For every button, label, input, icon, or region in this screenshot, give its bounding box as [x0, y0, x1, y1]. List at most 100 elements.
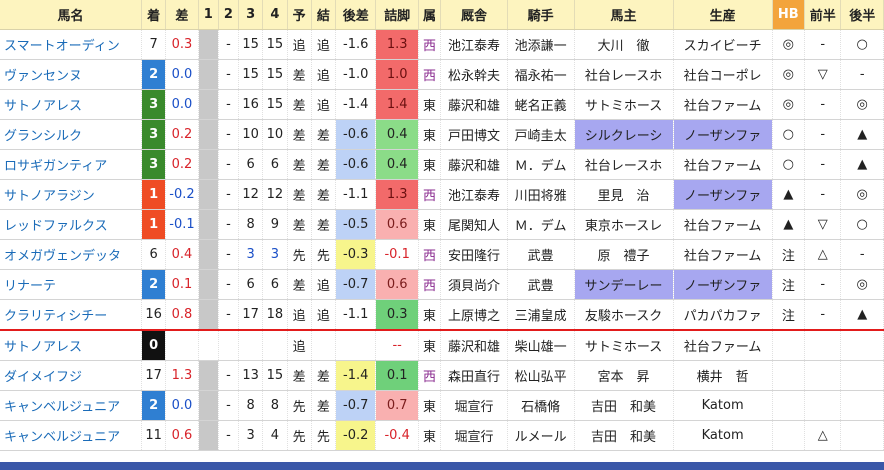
cell-prediction: 追 — [287, 29, 312, 60]
cell-prediction: 差 — [287, 149, 312, 180]
col-pos4: 4 — [262, 0, 288, 30]
cell-pos4: 10 — [262, 119, 288, 150]
cell-jockey: 石橋脩 — [507, 390, 575, 421]
cell-region: 西 — [418, 269, 442, 300]
cell-trainer: 池江泰寿 — [440, 29, 508, 60]
cell-jockey: 福永祐一 — [507, 59, 575, 90]
cell-finish: 17 — [141, 360, 167, 391]
cell-finish: 2 — [141, 390, 167, 421]
table-row: キャンベルジュニア 2 0.0-8 8 先差 -0.7 0.7 東堀宣行 石橋脩 吉田 和美 Kat… — [0, 390, 884, 421]
cell-trainer: 堀宣行 — [440, 390, 508, 421]
cell-finish: 1 — [141, 179, 167, 210]
col-jockey: 騎手 — [507, 0, 575, 30]
cell-result: 差 — [311, 360, 337, 391]
cell-pos3: 6 — [238, 269, 264, 300]
cell-breeder: Katom — [673, 390, 773, 421]
cell-late-diff: -0.7 — [335, 269, 377, 300]
cell-horse-name[interactable]: ロサギガンティア — [0, 149, 143, 180]
col-pos2: 2 — [218, 0, 240, 30]
cell-closing: -0.4 — [375, 420, 419, 451]
cell-pos1 — [198, 269, 219, 300]
cell-horse-name[interactable]: サトノアレス — [0, 330, 143, 361]
cell-pos4: 6 — [262, 269, 288, 300]
cell-pos3: 12 — [238, 179, 264, 210]
bottom-bar — [0, 462, 884, 470]
cell-horse-name[interactable]: スマートオーディン — [0, 29, 143, 60]
cell-owner: 里見 治 — [574, 179, 674, 210]
cell-pos4: 15 — [262, 59, 288, 90]
cell-margin: 0.0 — [165, 390, 199, 421]
cell-result: 差 — [311, 149, 337, 180]
cell-region: 東 — [418, 209, 442, 240]
cell-pos4: 18 — [262, 299, 288, 331]
cell-breeder: 社台ファーム — [673, 89, 773, 120]
cell-hb — [772, 390, 806, 421]
cell-owner: 社台レースホ — [574, 59, 674, 90]
cell-closing: -0.1 — [375, 239, 419, 270]
cell-first-half: - — [804, 149, 842, 180]
cell-margin: -0.2 — [165, 179, 199, 210]
cell-prediction: 先 — [287, 420, 312, 451]
table-row: ロサギガンティア 3 0.2-6 6 差差 -0.6 0.4 東藤沢和雄 Ｍ．デム 社台レースホ社… — [0, 149, 884, 180]
col-horse-name: 馬名 — [0, 0, 143, 30]
cell-horse-name[interactable]: キャンベルジュニア — [0, 420, 143, 451]
cell-pos3: 8 — [238, 390, 264, 421]
cell-result: 追 — [311, 89, 337, 120]
cell-horse-name[interactable]: ヴァンセンヌ — [0, 59, 143, 90]
cell-margin: 0.0 — [165, 59, 199, 90]
cell-finish: 3 — [141, 89, 167, 120]
cell-hb — [772, 330, 806, 361]
cell-horse-name[interactable]: レッドファルクス — [0, 209, 143, 240]
cell-pos1 — [198, 149, 219, 180]
table-row: サトノアレス 0 追 -- 東藤沢和雄 柴山雄一 サトミホース 社台ファーム — [0, 330, 884, 361]
cell-pos2: - — [218, 29, 240, 60]
cell-second-half: ○ — [840, 209, 884, 240]
cell-horse-name[interactable]: サトノアラジン — [0, 179, 143, 210]
cell-pos2: - — [218, 239, 240, 270]
results-table: 馬名着差 1 2 3 4 予結後差 詰脚属厩舎 騎手 馬主 生産 HB 前半 後半 スマートオーディン 7… — [0, 0, 884, 451]
cell-breeder: 社台コーポレ — [673, 59, 773, 90]
cell-pos2: - — [218, 179, 240, 210]
cell-pos1 — [198, 209, 219, 240]
cell-owner: 友駿ホースク — [574, 299, 674, 331]
cell-first-half: △ — [804, 239, 842, 270]
cell-region: 東 — [418, 299, 442, 331]
cell-breeder: 社台ファーム — [673, 149, 773, 180]
cell-margin — [165, 330, 199, 361]
cell-margin: 0.1 — [165, 269, 199, 300]
cell-finish: 0 — [141, 330, 167, 361]
table-row: クラリティシチー 16 0.8-17 18 追追 -1.1 0.3 東上原博之 三浦皇成 友駿ホー… — [0, 299, 884, 331]
table-row: ダイメイフジ 17 1.3-13 15 差差 -1.4 0.1 西森田直行 松山弘平 宮本 昇横井… — [0, 360, 884, 391]
cell-horse-name[interactable]: クラリティシチー — [0, 299, 143, 331]
cell-hb: ▲ — [772, 209, 806, 240]
cell-finish: 2 — [141, 269, 167, 300]
cell-pos3: 6 — [238, 149, 264, 180]
cell-horse-name[interactable]: オメガヴェンデッタ — [0, 239, 143, 270]
cell-pos1 — [198, 59, 219, 90]
col-first-half: 前半 — [804, 0, 842, 30]
cell-pos3 — [238, 330, 264, 361]
cell-owner: 吉田 和美 — [574, 420, 674, 451]
cell-prediction: 差 — [287, 360, 312, 391]
cell-late-diff: -1.0 — [335, 59, 377, 90]
cell-jockey: 三浦皇成 — [507, 299, 575, 331]
cell-horse-name[interactable]: ダイメイフジ — [0, 360, 143, 391]
cell-horse-name[interactable]: キャンベルジュニア — [0, 390, 143, 421]
cell-pos2: - — [218, 360, 240, 391]
cell-trainer: 藤沢和雄 — [440, 149, 508, 180]
table-row: レッドファルクス 1 -0.1-8 9 差差 -0.5 0.6 東尾関知人 Ｍ．デム 東京ホースレ… — [0, 209, 884, 240]
cell-horse-name[interactable]: サトノアレス — [0, 89, 143, 120]
cell-hb: ◎ — [772, 59, 806, 90]
cell-pos2: - — [218, 299, 240, 331]
table-row: キャンベルジュニア 11 0.6-3 4 先先 -0.2 -0.4 東堀宣行 ルメール 吉田 和美… — [0, 420, 884, 451]
cell-pos4: 15 — [262, 89, 288, 120]
cell-horse-name[interactable]: リナーテ — [0, 269, 143, 300]
cell-trainer: 上原博之 — [440, 299, 508, 331]
cell-margin: 1.3 — [165, 360, 199, 391]
cell-first-half: △ — [804, 420, 842, 451]
cell-horse-name[interactable]: グランシルク — [0, 119, 143, 150]
col-region: 属 — [418, 0, 442, 30]
cell-jockey: 武豊 — [507, 239, 575, 270]
cell-jockey: ルメール — [507, 420, 575, 451]
cell-pos1 — [198, 179, 219, 210]
